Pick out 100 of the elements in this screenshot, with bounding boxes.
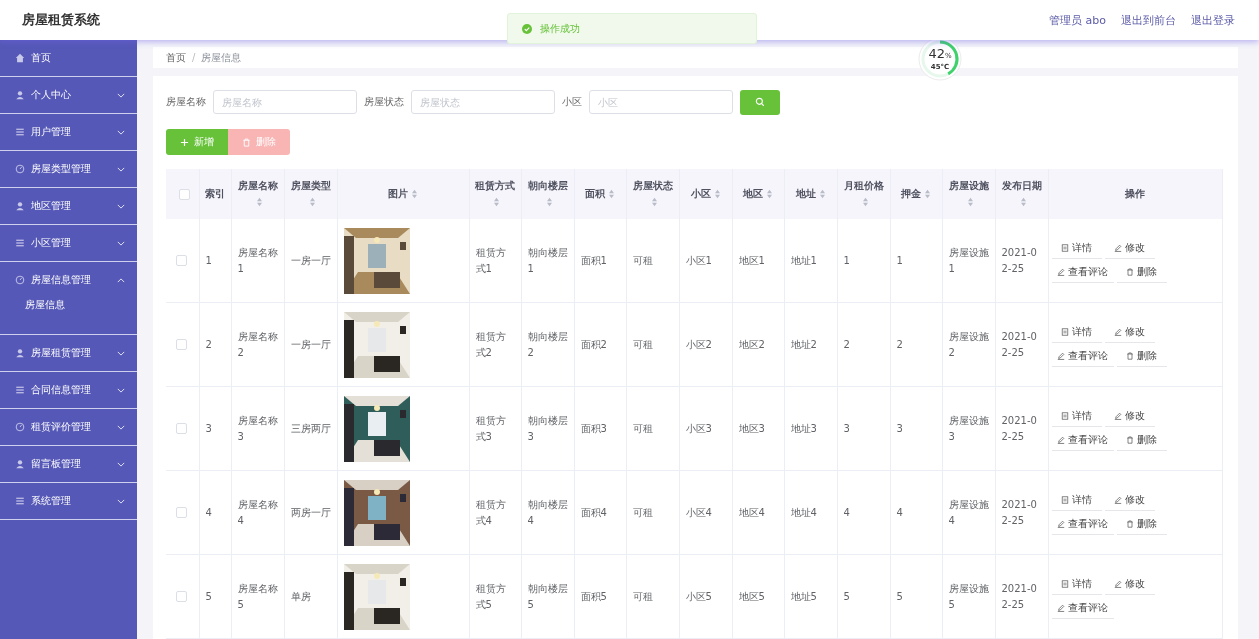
pencil-icon bbox=[1114, 244, 1122, 252]
table-cell: 1 bbox=[896, 254, 903, 266]
column-header[interactable]: 房屋设施 bbox=[948, 180, 989, 191]
table-cell: 地址4 bbox=[790, 506, 817, 518]
table-cell: 一房一厅 bbox=[290, 338, 331, 350]
sidebar-item[interactable]: 地区管理 bbox=[0, 188, 137, 224]
home-icon bbox=[15, 53, 25, 63]
menu-item-icon bbox=[15, 275, 25, 285]
chevron-down-icon bbox=[117, 498, 125, 504]
table-cell: 面积3 bbox=[580, 422, 607, 434]
table-cell: 4 bbox=[205, 506, 212, 518]
field-label: 小区 bbox=[562, 95, 582, 109]
table-cell: 朝向楼层4 bbox=[527, 498, 568, 526]
document-icon bbox=[1061, 580, 1069, 588]
table-cell: 三房两厅 bbox=[290, 422, 331, 434]
table-cell: 租赁方式2 bbox=[475, 330, 506, 358]
column-header: 索引 bbox=[205, 188, 225, 199]
plus-icon bbox=[180, 137, 189, 147]
table-cell: 地区1 bbox=[738, 254, 765, 266]
table-cell: 一房一厅 bbox=[290, 254, 331, 266]
document-icon bbox=[1061, 412, 1069, 420]
column-header[interactable]: 图片 bbox=[388, 188, 408, 199]
chevron-down-icon bbox=[117, 203, 125, 209]
column-header[interactable]: 发布日期 bbox=[1001, 180, 1042, 191]
table-cell: 2021-02-25 bbox=[1001, 498, 1037, 526]
search-button[interactable] bbox=[740, 89, 780, 115]
chevron-down-icon bbox=[117, 350, 125, 356]
table-cell: 可租 bbox=[632, 422, 653, 434]
column-header[interactable]: 朝向楼层 bbox=[527, 180, 568, 191]
pencil-icon bbox=[1057, 352, 1065, 360]
table-cell: 租赁方式1 bbox=[475, 246, 506, 274]
search-icon bbox=[755, 97, 765, 107]
column-header[interactable]: 租赁方式 bbox=[475, 180, 515, 191]
table-cell: 3 bbox=[896, 422, 903, 434]
sidebar-item[interactable]: 房屋租赁管理 bbox=[0, 335, 137, 371]
row-checkbox[interactable] bbox=[176, 255, 187, 266]
table-cell: 可租 bbox=[632, 590, 653, 602]
breadcrumb-item: 房屋信息 bbox=[201, 50, 242, 65]
table-cell: 面积5 bbox=[580, 590, 607, 602]
table-cell: 2 bbox=[205, 338, 212, 350]
table-cell: 房屋名称1 bbox=[237, 246, 278, 274]
row-checkbox[interactable] bbox=[176, 591, 187, 602]
table-cell: 4 bbox=[843, 506, 850, 518]
trash-icon bbox=[1126, 352, 1134, 360]
chevron-down-icon bbox=[117, 166, 125, 172]
trash-icon bbox=[242, 137, 251, 147]
row-checkbox[interactable] bbox=[176, 507, 187, 518]
column-header[interactable]: 面积 bbox=[585, 188, 605, 199]
column-header[interactable]: 地区 bbox=[743, 188, 763, 199]
sidebar-item[interactable]: 小区管理 bbox=[0, 225, 137, 261]
sidebar-item[interactable]: 个人中心 bbox=[0, 77, 137, 113]
table-cell: 小区3 bbox=[685, 422, 712, 434]
sidebar-subitem[interactable]: 房屋信息 bbox=[0, 298, 137, 334]
table-cell: 房屋设施5 bbox=[948, 582, 989, 610]
table-cell: 朝向楼层1 bbox=[527, 246, 568, 274]
sidebar-item[interactable]: 留言板管理 bbox=[0, 446, 137, 482]
table-cell: 朝向楼层5 bbox=[527, 582, 568, 610]
sidebar-item[interactable]: 房屋类型管理 bbox=[0, 151, 137, 187]
field-label: 房屋状态 bbox=[364, 95, 404, 109]
sidebar-item[interactable]: 用户管理 bbox=[0, 114, 137, 150]
sidebar-item[interactable]: 系统管理 bbox=[0, 483, 137, 519]
table-cell: 房屋设施4 bbox=[948, 498, 989, 526]
column-header[interactable]: 房屋名称 bbox=[237, 180, 278, 191]
row-checkbox[interactable] bbox=[176, 339, 187, 350]
column-header[interactable]: 房屋类型 bbox=[290, 180, 331, 191]
chevron-up-icon bbox=[117, 277, 125, 283]
chevron-down-icon bbox=[117, 387, 125, 393]
pencil-icon bbox=[1057, 604, 1065, 612]
column-header[interactable]: 小区 bbox=[690, 188, 711, 199]
pencil-icon bbox=[1114, 328, 1122, 336]
menu-item-icon bbox=[15, 201, 25, 211]
sidebar-item[interactable]: 合同信息管理 bbox=[0, 372, 137, 408]
sidebar-item[interactable]: 首页 bbox=[0, 40, 137, 76]
header-link[interactable]: 退出登录 bbox=[1191, 12, 1235, 28]
breadcrumb-item[interactable]: 首页 bbox=[166, 50, 186, 65]
table-cell: 面积2 bbox=[580, 338, 607, 350]
table-cell: 房屋名称4 bbox=[237, 498, 278, 526]
row-checkbox[interactable] bbox=[176, 423, 187, 434]
table-cell: 小区5 bbox=[685, 590, 712, 602]
check-circle-icon bbox=[522, 23, 532, 34]
chevron-down-icon bbox=[117, 240, 125, 246]
document-icon bbox=[1061, 496, 1069, 504]
document-icon bbox=[1061, 328, 1069, 336]
table-cell: 地址1 bbox=[790, 254, 817, 266]
column-header[interactable]: 押金 bbox=[901, 188, 921, 199]
header-link[interactable]: 管理员 abo bbox=[1049, 12, 1106, 28]
column-header[interactable]: 房屋状态 bbox=[632, 180, 673, 191]
column-header[interactable]: 地址 bbox=[795, 188, 816, 199]
column-header[interactable]: 月租价格 bbox=[843, 180, 884, 191]
select-all-checkbox[interactable] bbox=[178, 188, 190, 200]
table-cell: 2021-02-25 bbox=[1001, 414, 1037, 442]
table-cell: 朝向楼层3 bbox=[527, 414, 568, 442]
document-icon bbox=[1061, 244, 1069, 252]
header-link[interactable]: 退出到前台 bbox=[1121, 12, 1176, 28]
sidebar-item[interactable]: 房屋信息管理 bbox=[0, 262, 137, 298]
table-cell: 租赁方式4 bbox=[475, 498, 506, 526]
breadcrumb-separator: / bbox=[192, 52, 196, 63]
sidebar-item[interactable]: 租赁评价管理 bbox=[0, 409, 137, 445]
pencil-icon bbox=[1114, 412, 1122, 420]
trash-icon bbox=[1126, 520, 1134, 528]
